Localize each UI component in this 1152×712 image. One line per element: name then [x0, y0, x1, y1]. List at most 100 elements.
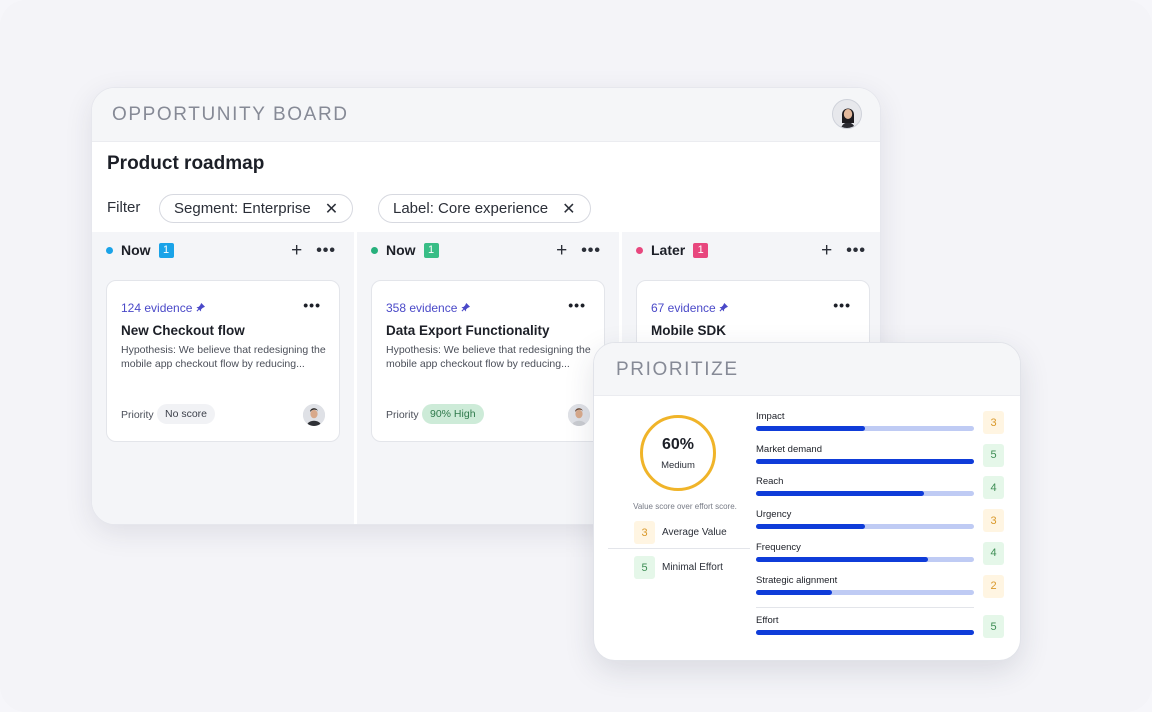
score-badge[interactable]: 3 [983, 411, 1004, 434]
metric-bar-fill [756, 491, 924, 497]
metric-bar-track [756, 630, 974, 635]
divider [608, 548, 750, 549]
column-actions: + ••• [291, 240, 336, 262]
metric-row: Impact 3 [756, 411, 1008, 441]
owner-avatar[interactable] [303, 404, 325, 426]
metric-name: Effort [756, 615, 779, 626]
prioritize-panel: PRIORITIZE 60% Medium Value score over e… [593, 342, 1021, 661]
column-actions: + ••• [556, 240, 601, 262]
score-gauge: 60% Medium [640, 415, 716, 491]
more-icon[interactable]: ••• [303, 297, 321, 313]
card-description: Hypothesis: We believe that redesigning … [121, 344, 326, 370]
priority-badge: No score [157, 404, 216, 424]
metric-row: Strategic alignment 2 [756, 574, 1008, 605]
column-header: Later 1 [636, 242, 709, 258]
opportunity-card[interactable]: 358 evidence ••• Data Export Functionali… [371, 280, 605, 442]
column-count-badge: 1 [693, 242, 709, 258]
more-icon[interactable]: ••• [316, 242, 336, 260]
priority-label: Priority [386, 409, 419, 421]
evidence-link[interactable]: 67 evidence [651, 301, 729, 315]
metric-bar-track [756, 589, 974, 595]
more-icon[interactable]: ••• [581, 242, 601, 260]
metric-bar-track [756, 458, 974, 464]
metric-row: Effort 5 [756, 615, 1008, 645]
evidence-count: 67 evidence [651, 301, 716, 315]
metric-name: Strategic alignment [756, 574, 838, 586]
metric-name: Impact [756, 411, 785, 422]
gauge-value: 60% [661, 436, 695, 453]
board-column: Now 1 + ••• 124 evidence ••• New Checkou… [92, 232, 354, 524]
page-title: Product roadmap [107, 153, 265, 174]
metric-bar-fill [756, 524, 865, 530]
evidence-link[interactable]: 358 evidence [386, 301, 470, 315]
add-icon[interactable]: + [556, 240, 567, 262]
column-name: Now [121, 242, 151, 258]
score-badge[interactable]: 4 [983, 541, 1004, 565]
column-name: Now [386, 242, 416, 258]
metric-row: Market demand 5 [756, 443, 1008, 474]
owner-avatar[interactable] [568, 404, 590, 426]
prioritize-header: PRIORITIZE [594, 343, 1020, 396]
metric-bar-track [756, 426, 974, 431]
metric-bar-fill [756, 589, 832, 595]
card-description: Hypothesis: We believe that redesigning … [386, 344, 591, 370]
evidence-count: 124 evidence [121, 301, 193, 315]
status-dot [636, 246, 643, 254]
filter-label: Filter [107, 199, 141, 216]
prioritize-title: PRIORITIZE [616, 359, 739, 380]
card-title: Mobile SDK [651, 323, 727, 338]
opportunity-card[interactable]: 124 evidence ••• New Checkout flow Hypot… [106, 280, 340, 442]
metric-name: Reach [756, 476, 784, 488]
more-icon[interactable]: ••• [833, 297, 851, 313]
close-icon[interactable]: ✕ [325, 199, 338, 219]
more-icon[interactable]: ••• [568, 297, 586, 313]
priority-badge: 90% High [422, 404, 484, 424]
score-badge[interactable]: 4 [983, 476, 1004, 500]
divider [756, 607, 974, 608]
metric-bar-track [756, 556, 974, 562]
column-name: Later [651, 242, 686, 258]
metric-bar-fill [756, 630, 974, 635]
board-column: Now 1 + ••• 358 evidence ••• Data Export… [357, 232, 619, 524]
metric-bar-track [756, 524, 974, 530]
column-header: Now 1 [106, 242, 174, 258]
add-icon[interactable]: + [291, 240, 302, 262]
score-badge[interactable]: 5 [983, 615, 1004, 638]
metric-bar-track [756, 491, 974, 497]
metric-bar-fill [756, 426, 865, 431]
filter-chip-label-core[interactable]: Label: Core experience ✕ [378, 194, 591, 223]
score-badge[interactable]: 2 [983, 574, 1004, 598]
column-header: Now 1 [371, 242, 439, 258]
gauge-label: Medium [661, 460, 695, 471]
metric-bar-fill [756, 556, 928, 562]
column-count-badge: 1 [158, 242, 174, 258]
column-count-badge: 1 [423, 242, 439, 258]
column-actions: + ••• [821, 240, 866, 262]
summary-value: 3 Average Value [634, 521, 727, 544]
close-icon[interactable]: ✕ [562, 199, 575, 219]
status-dot [106, 246, 113, 254]
card-title: Data Export Functionality [386, 323, 550, 338]
priority-label: Priority [121, 409, 154, 421]
evidence-count: 358 evidence [386, 301, 458, 315]
user-avatar[interactable] [832, 99, 862, 129]
filter-chip-label: Segment: Enterprise [174, 200, 311, 217]
metric-name: Market demand [756, 443, 823, 455]
score-badge[interactable]: 5 [983, 443, 1004, 467]
pin-icon [719, 301, 729, 315]
more-icon[interactable]: ••• [846, 242, 866, 260]
score-badge[interactable]: 3 [983, 509, 1004, 533]
score-badge: 5 [634, 556, 655, 579]
metric-bar-fill [756, 458, 974, 464]
summary-label: Average Value [662, 527, 727, 538]
score-note: Value score over effort score. [633, 502, 737, 511]
filter-chip-label: Label: Core experience [393, 200, 549, 217]
metric-name: Urgency [756, 509, 792, 521]
board-title: OPPORTUNITY BOARD [112, 104, 349, 125]
score-badge: 3 [634, 521, 655, 544]
filter-chip-segment[interactable]: Segment: Enterprise ✕ [159, 194, 354, 223]
add-icon[interactable]: + [821, 240, 832, 262]
evidence-link[interactable]: 124 evidence [121, 301, 205, 315]
metric-row: Urgency 3 [756, 509, 1008, 539]
summary-effort: 5 Minimal Effort [634, 556, 723, 579]
